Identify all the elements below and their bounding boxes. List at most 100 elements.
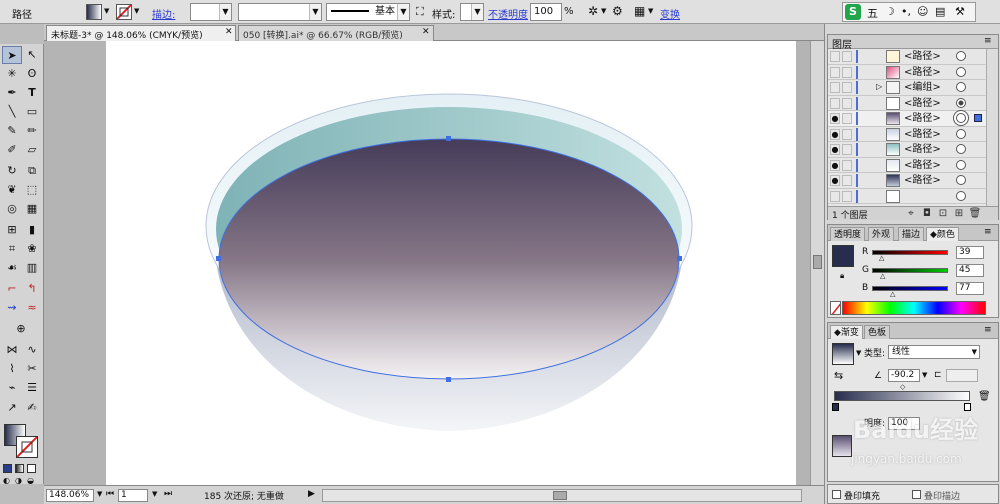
stroke-swatch[interactable]	[116, 4, 132, 20]
b-value-input[interactable]: 77	[956, 282, 984, 295]
chevron-down-icon[interactable]: ▼	[972, 346, 977, 358]
layer-name[interactable]: <路径>	[904, 50, 941, 63]
keyboard-icon[interactable]: ▤	[935, 5, 945, 18]
layer-name[interactable]: <编组>	[904, 81, 941, 94]
visibility-toggle[interactable]	[830, 97, 840, 109]
chevron-down-icon[interactable]: ▼	[134, 7, 139, 15]
current-color-swatch[interactable]	[832, 245, 854, 267]
bowl-artwork[interactable]	[44, 41, 814, 485]
layer-name[interactable]: <路径>	[904, 174, 941, 187]
pencil-tool-icon[interactable]: ✏	[22, 122, 42, 140]
trash-icon[interactable]: 🗑︎	[968, 207, 982, 220]
target-circle-icon[interactable]	[956, 51, 966, 61]
horizontal-scrollbar[interactable]	[322, 489, 802, 502]
locate-object-icon[interactable]: ⌖	[904, 207, 918, 220]
opacity-input[interactable]: 100	[530, 3, 562, 21]
layer-row[interactable]	[828, 189, 998, 204]
recolor-icon[interactable]: ✲	[588, 4, 598, 18]
canvas-area[interactable]	[44, 41, 814, 485]
fill-swatch[interactable]	[86, 4, 102, 20]
target-circle-icon[interactable]	[956, 175, 966, 185]
midpoint-diamond-icon[interactable]: ◇	[900, 383, 905, 391]
chevron-down-icon[interactable]: ▼	[397, 4, 409, 20]
line-tool-icon[interactable]: ╲	[2, 103, 22, 121]
target-tool-icon[interactable]: ⊕	[11, 320, 31, 338]
g-value-input[interactable]: 45	[956, 264, 984, 277]
variable-width-select[interactable]: ▼	[238, 3, 322, 21]
perspective-grid-tool-icon[interactable]: ▦	[22, 200, 42, 218]
target-circle-icon[interactable]	[956, 144, 966, 154]
doc-tab-active[interactable]: 未标题-3* @ 148.06% (CMYK/预览) ✕	[46, 25, 236, 41]
gradient-preview[interactable]	[832, 343, 854, 365]
eye-icon[interactable]: ●	[830, 175, 840, 186]
moon-icon[interactable]: ☽	[885, 5, 895, 18]
lock-toggle[interactable]	[842, 82, 852, 93]
layer-row[interactable]: ▷ <编组>	[828, 80, 998, 96]
gradient-stop-dark[interactable]	[832, 403, 839, 411]
next-artboard-icon[interactable]: ⏭	[164, 489, 172, 499]
target-circle-icon[interactable]	[956, 113, 966, 123]
layer-row[interactable]: ● <路径>	[828, 142, 998, 158]
r-value-input[interactable]: 39	[956, 246, 984, 259]
ime-logo[interactable]: S	[845, 4, 861, 20]
lasso-tool-icon[interactable]: ʘ	[22, 65, 42, 83]
type-tool-icon[interactable]: T	[22, 84, 42, 102]
chevron-down-icon[interactable]: ▼	[648, 7, 653, 15]
free-transform-tool-icon[interactable]: ⬚	[22, 181, 42, 199]
selection-square[interactable]	[974, 114, 982, 122]
chevron-down-icon[interactable]: ▼	[104, 7, 109, 15]
eye-icon[interactable]: ●	[830, 113, 840, 124]
pen-tool-icon[interactable]: ✒	[2, 84, 22, 102]
close-icon[interactable]: ✕	[422, 27, 430, 37]
direct-selection-tool-icon[interactable]: ↖	[22, 46, 42, 64]
layer-row[interactable]: <路径>	[828, 65, 998, 80]
visibility-toggle[interactable]	[830, 66, 840, 78]
chevron-down-icon[interactable]: ▼	[922, 371, 927, 379]
target-circle-icon[interactable]	[956, 97, 966, 108]
eye-icon[interactable]: ●	[830, 144, 840, 155]
rectangle-tool-icon[interactable]: ▭	[22, 103, 42, 121]
rotate-tool-icon[interactable]: ↻	[2, 162, 22, 180]
eye-icon[interactable]: ●	[830, 159, 840, 171]
smile-icon[interactable]: ☺	[917, 5, 928, 18]
resize-icon[interactable]: ⛶	[416, 5, 424, 19]
bowl-inner-surface[interactable]	[218, 138, 680, 380]
scroll-thumb[interactable]	[813, 255, 822, 269]
chevron-down-icon[interactable]: ▼	[309, 4, 321, 20]
play-icon[interactable]: ▶	[308, 489, 315, 499]
layers-scrollbar[interactable]	[986, 49, 998, 206]
stroke-link[interactable]: 描边:	[152, 6, 175, 21]
tab-color[interactable]: ◆颜色	[926, 227, 959, 241]
visibility-toggle[interactable]	[830, 51, 840, 62]
measure-tool-icon[interactable]: ↗	[2, 399, 22, 417]
layer-row-selected[interactable]: ● <路径>	[828, 111, 998, 127]
document-setup-icon[interactable]: ⚙	[612, 4, 623, 18]
tab-transparency[interactable]: 透明度	[830, 227, 866, 241]
g-slider-thumb[interactable]: △	[880, 272, 885, 280]
list-tool-icon[interactable]: ☰	[22, 379, 42, 397]
graph-tool-icon[interactable]: ⌁	[2, 379, 22, 397]
lock-toggle[interactable]	[842, 51, 852, 62]
stroke-color-box[interactable]	[16, 436, 38, 458]
symbol-sprayer-tool-icon[interactable]: ☙	[2, 259, 22, 277]
target-circle-icon[interactable]	[956, 159, 966, 170]
draw-behind-icon[interactable]: ◑	[15, 476, 22, 485]
lock-toggle[interactable]	[842, 190, 852, 202]
chevron-down-icon[interactable]: ▼	[601, 7, 606, 15]
chevron-down-icon[interactable]: ▼	[219, 4, 231, 20]
stroke-weight-input[interactable]: ▼	[190, 3, 232, 21]
gradient-tool-icon[interactable]: ▮	[22, 221, 42, 239]
b-slider[interactable]	[872, 286, 948, 291]
scale-tool-icon[interactable]: ⧉	[22, 162, 42, 180]
column-graph-tool-icon[interactable]: ▥	[22, 259, 42, 277]
wave-tool-icon[interactable]: ∿	[22, 341, 42, 359]
blob-brush-tool-icon[interactable]: ✐	[2, 141, 22, 159]
lock-toggle[interactable]	[842, 175, 852, 186]
layer-name[interactable]: <路径>	[904, 97, 941, 110]
lock-toggle[interactable]	[842, 144, 852, 155]
shaper-tool-icon[interactable]: ⋈	[2, 341, 22, 359]
anchor-point[interactable]	[446, 377, 451, 382]
new-sublayer-icon[interactable]: ⊡	[936, 207, 950, 220]
first-artboard-icon[interactable]: ⏮	[106, 489, 114, 499]
lock-toggle[interactable]	[842, 97, 852, 109]
